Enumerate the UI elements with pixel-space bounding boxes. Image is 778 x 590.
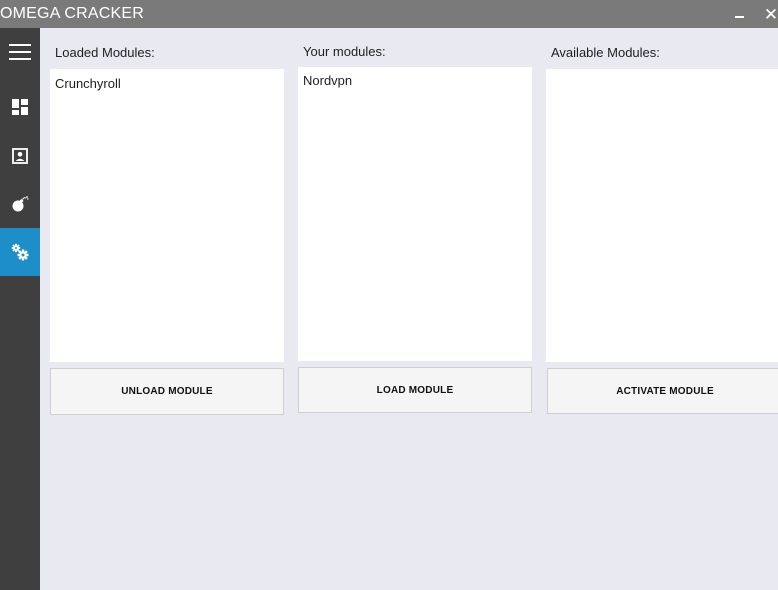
available-modules-label: Available Modules: [551,45,660,60]
sidebar-item-account[interactable] [0,132,40,180]
account-box-icon [12,148,28,164]
sidebar [0,28,40,590]
activate-module-button[interactable]: ACTIVATE MODULE [547,368,778,414]
sidebar-item-bomb[interactable] [0,180,40,228]
sidebar-item-dashboard[interactable] [0,83,40,131]
bomb-icon [12,196,29,212]
title-bar: OMEGA CRACKER ✕ [0,0,778,28]
minimize-icon [734,15,744,18]
window-title: OMEGA CRACKER [0,5,144,22]
hamburger-menu-icon [9,44,31,60]
loaded-modules-list[interactable]: Crunchyroll [50,69,284,362]
your-modules-list[interactable]: Nordvpn [298,67,532,361]
available-modules-list[interactable] [546,69,778,362]
load-module-button[interactable]: LOAD MODULE [298,367,532,413]
sidebar-item-settings[interactable] [0,228,40,276]
list-item[interactable]: Nordvpn [303,73,352,88]
close-icon: ✕ [763,4,778,24]
loaded-modules-label: Loaded Modules: [55,45,155,60]
dashboard-icon [12,99,28,115]
sidebar-menu-toggle[interactable] [0,28,40,76]
unload-module-button[interactable]: UNLOAD MODULE [50,368,284,415]
settings-gears-icon [11,243,29,261]
your-modules-label: Your modules: [303,44,386,59]
close-button[interactable]: ✕ [760,0,778,28]
list-item[interactable]: Crunchyroll [55,76,121,91]
minimize-button[interactable] [728,0,750,28]
